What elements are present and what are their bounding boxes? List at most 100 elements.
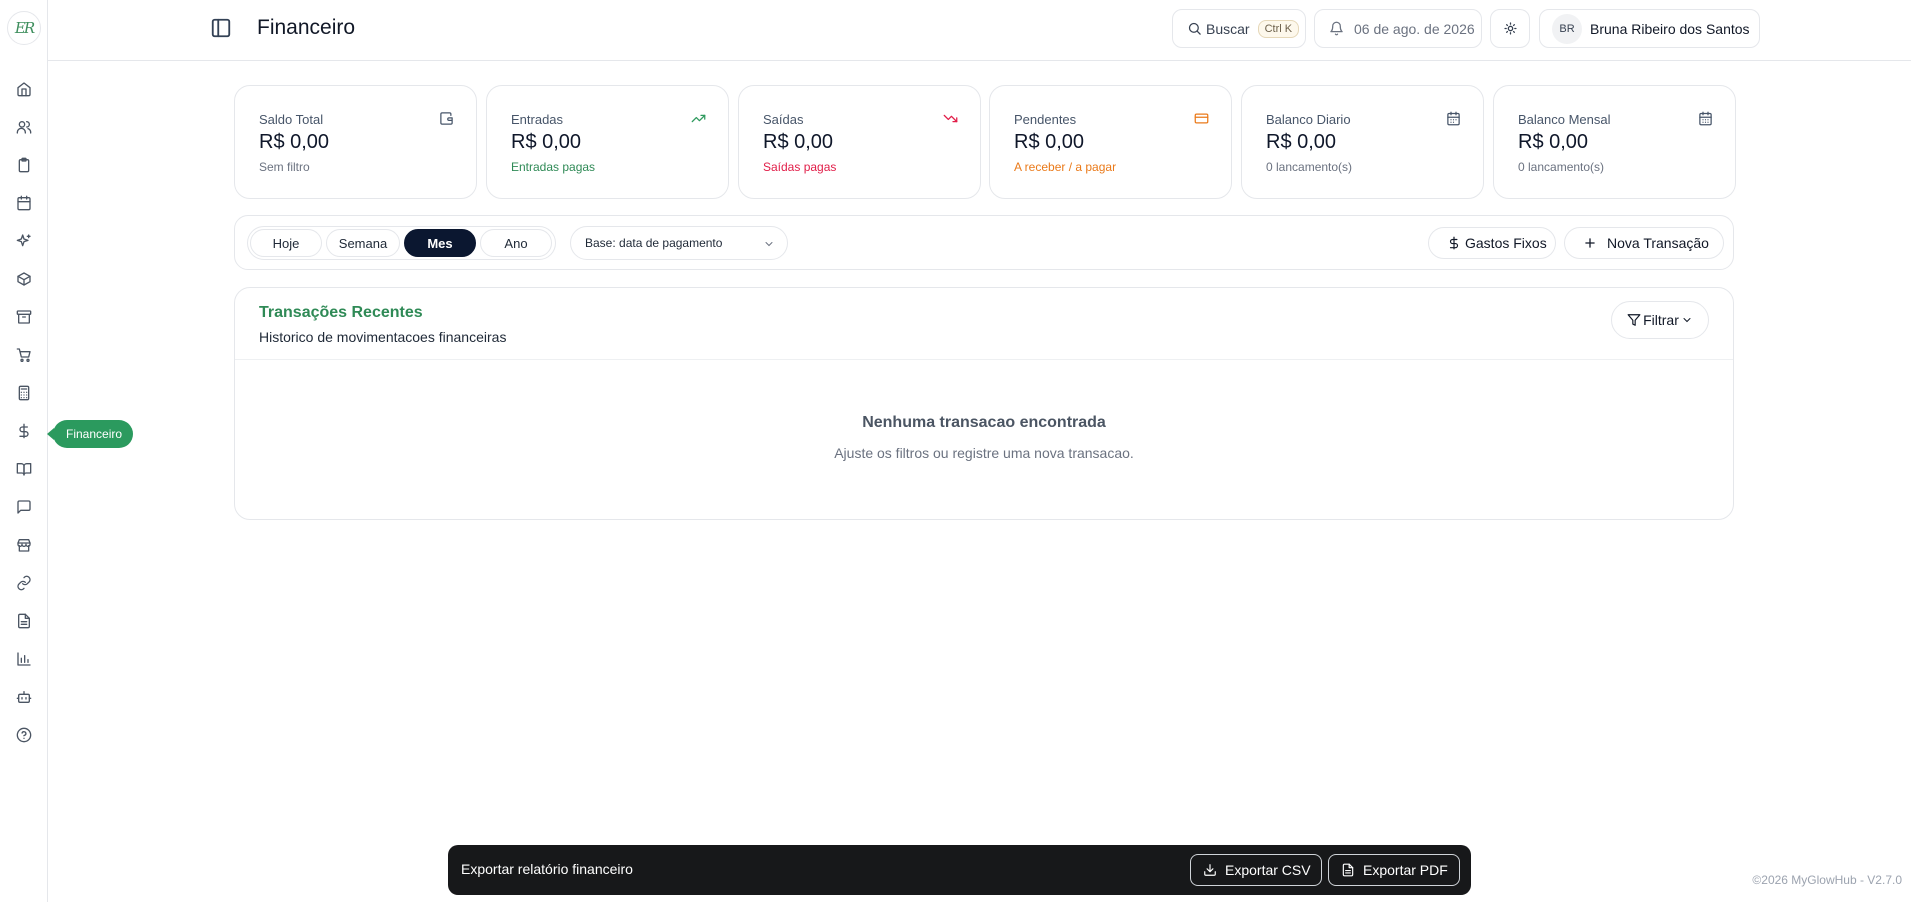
- period-mes-button[interactable]: Mes: [404, 229, 476, 257]
- package-icon: [17, 272, 31, 286]
- wallet-icon: [440, 112, 453, 125]
- card-sub: Sem filtro: [259, 160, 310, 174]
- sidebar: ER: [0, 0, 48, 902]
- archive-icon: [16, 310, 32, 324]
- export-csv-button[interactable]: Exportar CSV: [1190, 854, 1322, 886]
- card-label: Entradas: [511, 112, 564, 127]
- bell-icon: [1330, 21, 1343, 36]
- export-label: Exportar relatório financeiro: [461, 861, 633, 877]
- summary-cards: Saldo Total R$ 0,00 Sem filtro Entradas …: [234, 85, 1736, 199]
- calendar-icon: [1447, 111, 1460, 126]
- sidebar-item-store[interactable]: [0, 526, 48, 564]
- document-icon: [18, 613, 30, 629]
- date-base-select[interactable]: Base: data de pagamento: [570, 226, 788, 260]
- clipboard-icon: [18, 157, 30, 173]
- search-icon: [1188, 22, 1201, 35]
- funnel-icon: [1627, 314, 1641, 326]
- sidebar-item-cart[interactable]: [0, 336, 48, 374]
- page-title: Financeiro: [257, 16, 356, 39]
- period-semana-button[interactable]: Semana: [326, 229, 400, 257]
- period-hoje-button[interactable]: Hoje: [250, 229, 322, 257]
- new-transaction-button[interactable]: Nova Transação: [1564, 227, 1724, 259]
- card-value: R$ 0,00: [1014, 131, 1085, 153]
- card-sub: 0 lancamento(s): [1266, 160, 1353, 174]
- user-name: Bruna Ribeiro dos Santos: [1590, 20, 1750, 37]
- empty-state-subtitle: Ajuste os filtros ou registre uma nova t…: [834, 445, 1134, 461]
- card-label: Balanco Mensal: [1518, 112, 1611, 127]
- search-button[interactable]: Buscar Ctrl K: [1172, 9, 1306, 48]
- filter-label: Filtrar: [1643, 312, 1679, 328]
- trending-up-icon: [691, 114, 706, 123]
- user-menu-button[interactable]: BR Bruna Ribeiro dos Santos: [1539, 9, 1760, 48]
- sidebar-item-archive[interactable]: [0, 298, 48, 336]
- card-value: R$ 0,00: [259, 131, 330, 153]
- sidebar-item-package[interactable]: [0, 260, 48, 298]
- card-entradas: Entradas R$ 0,00 Entradas pagas: [486, 85, 729, 199]
- robot-icon: [16, 691, 32, 703]
- card-value: R$ 0,00: [511, 131, 582, 153]
- dollar-icon: [1449, 236, 1459, 250]
- card-balanco-mensal: Balanco Mensal R$ 0,00 0 lancamento(s): [1493, 85, 1736, 199]
- sparkles-icon: [16, 234, 31, 247]
- theme-toggle-button[interactable]: [1490, 9, 1530, 48]
- top-header: Financeiro Buscar Ctrl K 06 de ago. de 2…: [48, 0, 1911, 61]
- fixed-costs-button[interactable]: Gastos Fixos: [1428, 227, 1556, 259]
- cart-icon: [16, 348, 31, 362]
- filter-bar: Hoje Semana Mes Ano Base: data de pagame…: [234, 215, 1734, 270]
- calendar-icon: [17, 195, 31, 211]
- sidebar-item-link[interactable]: [0, 564, 48, 602]
- export-csv-label: Exportar CSV: [1225, 862, 1311, 878]
- sidebar-item-book[interactable]: [0, 450, 48, 488]
- card-balanco-diario: Balanco Diario R$ 0,00 0 lancamento(s): [1241, 85, 1484, 199]
- sidebar-tooltip: Financeiro: [46, 420, 134, 448]
- transactions-subtitle: Historico de movimentacoes financeiras: [259, 329, 507, 345]
- plus-icon: [1585, 238, 1595, 248]
- empty-state-title: Nenhuma transacao encontrada: [862, 414, 1106, 431]
- help-icon: [16, 727, 32, 743]
- card-label: Saldo Total: [259, 112, 324, 127]
- export-pdf-button[interactable]: Exportar PDF: [1328, 854, 1460, 886]
- download-icon: [1204, 864, 1216, 876]
- card-pendentes: Pendentes R$ 0,00 A receber / a pagar: [989, 85, 1232, 199]
- sidebar-item-chat[interactable]: [0, 488, 48, 526]
- sidebar-item-clipboard[interactable]: [0, 146, 48, 184]
- transactions-title: Transações Recentes: [259, 304, 423, 321]
- notifications-date-button[interactable]: 06 de ago. de 2026: [1314, 9, 1482, 48]
- sun-icon: [1503, 22, 1517, 35]
- sidebar-toggle-button[interactable]: [210, 17, 232, 39]
- sidebar-item-document[interactable]: [0, 602, 48, 640]
- bar-chart-icon: [17, 652, 31, 666]
- card-label: Saídas: [763, 112, 804, 127]
- store-icon: [17, 539, 31, 552]
- sidebar-item-help[interactable]: [0, 716, 48, 754]
- card-value: R$ 0,00: [1266, 131, 1337, 153]
- calculator-icon: [18, 385, 30, 401]
- chat-icon: [17, 500, 31, 514]
- app-logo[interactable]: ER: [7, 11, 41, 45]
- period-ano-button[interactable]: Ano: [480, 229, 552, 257]
- filter-button[interactable]: Filtrar: [1611, 301, 1709, 339]
- search-label: Buscar: [1206, 20, 1250, 37]
- new-transaction-label: Nova Transação: [1607, 235, 1709, 251]
- users-icon: [16, 121, 32, 134]
- export-pdf-label: Exportar PDF: [1363, 862, 1448, 878]
- sidebar-item-financeiro[interactable]: [0, 412, 48, 450]
- card-saldo-total: Saldo Total R$ 0,00 Sem filtro: [234, 85, 477, 199]
- card-value: R$ 0,00: [763, 131, 834, 153]
- sidebar-item-calculator[interactable]: [0, 374, 48, 412]
- card-saidas: Saídas R$ 0,00 Saídas pagas: [738, 85, 981, 199]
- card-sub: Entradas pagas: [511, 160, 596, 174]
- sidebar-item-robot[interactable]: [0, 678, 48, 716]
- credit-card-icon: [1194, 113, 1209, 124]
- card-label: Balanco Diario: [1266, 112, 1351, 127]
- footer-copyright: ©2026 MyGlowHub - V2.7.0: [1752, 873, 1902, 887]
- search-shortcut: Ctrl K: [1257, 19, 1300, 38]
- sidebar-item-users[interactable]: [0, 108, 48, 146]
- chevron-down-icon: [765, 242, 773, 247]
- dollar-icon: [19, 423, 29, 439]
- sidebar-item-reports[interactable]: [0, 640, 48, 678]
- transactions-header: Transações Recentes Historico de movimen…: [235, 288, 1733, 360]
- sidebar-item-calendar[interactable]: [0, 184, 48, 222]
- sidebar-item-home[interactable]: [0, 70, 48, 108]
- sidebar-item-sparkles[interactable]: [0, 222, 48, 260]
